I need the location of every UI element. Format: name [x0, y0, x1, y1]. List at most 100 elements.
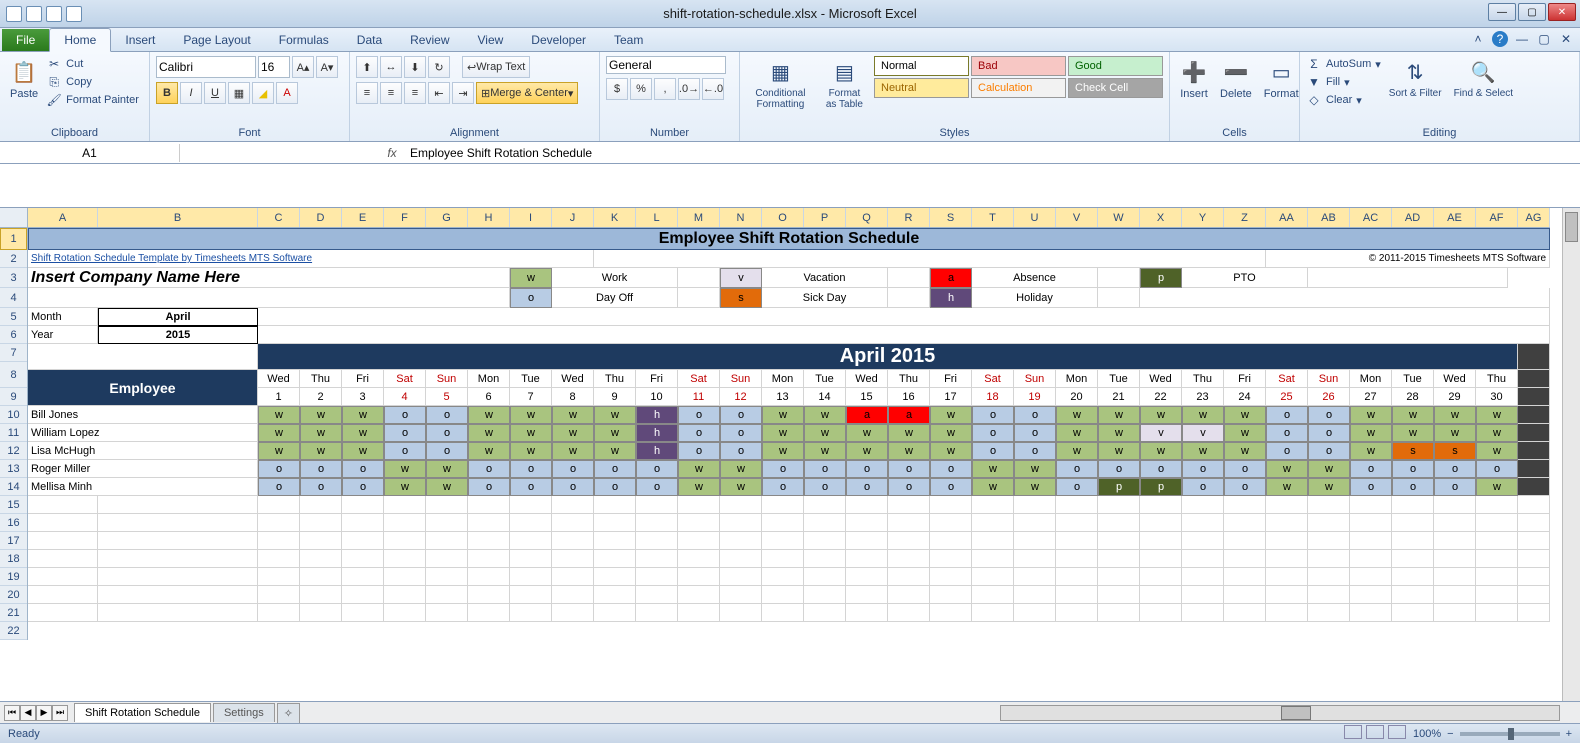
cell[interactable]: [972, 532, 1014, 550]
cell[interactable]: [1266, 514, 1308, 532]
cell[interactable]: [762, 514, 804, 532]
day-number[interactable]: 15: [846, 388, 888, 406]
schedule-cell[interactable]: o: [510, 460, 552, 478]
day-header[interactable]: Thu: [1182, 370, 1224, 388]
schedule-cell[interactable]: w: [1056, 424, 1098, 442]
cell[interactable]: [1014, 496, 1056, 514]
schedule-cell[interactable]: o: [1056, 478, 1098, 496]
cell[interactable]: [510, 514, 552, 532]
schedule-cell[interactable]: w: [384, 460, 426, 478]
schedule-cell[interactable]: w: [468, 406, 510, 424]
cell[interactable]: [1476, 550, 1518, 568]
cell[interactable]: [300, 514, 342, 532]
day-number[interactable]: 12: [720, 388, 762, 406]
cell[interactable]: [510, 604, 552, 622]
cell[interactable]: [804, 604, 846, 622]
cell[interactable]: [98, 496, 258, 514]
cell[interactable]: [552, 568, 594, 586]
schedule-cell[interactable]: o: [426, 424, 468, 442]
cell[interactable]: [342, 514, 384, 532]
formula-input[interactable]: Employee Shift Rotation Schedule: [404, 144, 1580, 162]
column-header-A[interactable]: A: [28, 208, 98, 227]
font-color-button[interactable]: A: [276, 82, 298, 104]
cell[interactable]: 2015: [98, 326, 258, 344]
cell[interactable]: Insert Company Name Here: [28, 268, 510, 288]
decrease-font-button[interactable]: A▾: [316, 56, 338, 78]
schedule-cell[interactable]: w: [846, 424, 888, 442]
schedule-cell[interactable]: o: [972, 406, 1014, 424]
row-header-5[interactable]: 5: [0, 308, 27, 326]
schedule-cell[interactable]: p: [1140, 478, 1182, 496]
cell[interactable]: [98, 604, 258, 622]
schedule-cell[interactable]: o: [552, 460, 594, 478]
schedule-cell[interactable]: o: [426, 442, 468, 460]
cell[interactable]: [258, 586, 300, 604]
schedule-cell[interactable]: o: [1266, 424, 1308, 442]
row-header-21[interactable]: 21: [0, 604, 27, 622]
day-header[interactable]: Sun: [1308, 370, 1350, 388]
schedule-cell[interactable]: o: [258, 478, 300, 496]
schedule-cell[interactable]: w: [888, 442, 930, 460]
cell[interactable]: [28, 586, 98, 604]
schedule-cell[interactable]: o: [972, 424, 1014, 442]
day-number[interactable]: 13: [762, 388, 804, 406]
day-number[interactable]: 16: [888, 388, 930, 406]
day-number[interactable]: 17: [930, 388, 972, 406]
schedule-cell[interactable]: o: [384, 406, 426, 424]
column-header-Y[interactable]: Y: [1182, 208, 1224, 227]
tab-page-layout[interactable]: Page Layout: [169, 29, 264, 51]
row-header-2[interactable]: 2: [0, 250, 27, 268]
cell[interactable]: [1518, 604, 1550, 622]
day-number[interactable]: 27: [1350, 388, 1392, 406]
schedule-cell[interactable]: w: [1476, 478, 1518, 496]
day-number[interactable]: 21: [1098, 388, 1140, 406]
cell[interactable]: [384, 532, 426, 550]
zoom-level[interactable]: 100%: [1413, 728, 1441, 740]
cell[interactable]: [930, 514, 972, 532]
cell[interactable]: Month: [28, 308, 98, 326]
column-header-AF[interactable]: AF: [1476, 208, 1518, 227]
cell[interactable]: [552, 532, 594, 550]
schedule-cell[interactable]: o: [888, 478, 930, 496]
currency-button[interactable]: $: [606, 78, 628, 100]
schedule-cell[interactable]: w: [1014, 478, 1056, 496]
day-header[interactable]: Sat: [384, 370, 426, 388]
day-header[interactable]: Fri: [930, 370, 972, 388]
schedule-cell[interactable]: w: [888, 424, 930, 442]
schedule-cell[interactable]: o: [426, 406, 468, 424]
decrease-indent-button[interactable]: ⇤: [428, 82, 450, 104]
day-header[interactable]: Mon: [1350, 370, 1392, 388]
align-center-button[interactable]: ≡: [380, 82, 402, 104]
cell[interactable]: [1224, 496, 1266, 514]
cut-button[interactable]: ✂Cut: [46, 56, 139, 72]
column-header-G[interactable]: G: [426, 208, 468, 227]
day-header[interactable]: Fri: [1224, 370, 1266, 388]
day-header[interactable]: Wed: [1140, 370, 1182, 388]
cell[interactable]: [1434, 568, 1476, 586]
schedule-cell[interactable]: o: [1224, 478, 1266, 496]
cell[interactable]: [1056, 514, 1098, 532]
cell[interactable]: [342, 568, 384, 586]
cell[interactable]: [1014, 568, 1056, 586]
schedule-cell[interactable]: w: [594, 406, 636, 424]
day-header[interactable]: Wed: [258, 370, 300, 388]
bold-button[interactable]: B: [156, 82, 178, 104]
day-number[interactable]: 6: [468, 388, 510, 406]
cell[interactable]: [300, 496, 342, 514]
cell[interactable]: [28, 288, 510, 308]
schedule-cell[interactable]: o: [384, 442, 426, 460]
cell[interactable]: [804, 568, 846, 586]
cell[interactable]: [300, 568, 342, 586]
schedule-cell[interactable]: o: [720, 442, 762, 460]
cell[interactable]: [1266, 550, 1308, 568]
cell[interactable]: [1308, 568, 1350, 586]
row-header-22[interactable]: 22: [0, 622, 27, 640]
schedule-cell[interactable]: w: [1224, 406, 1266, 424]
day-header[interactable]: Sun: [1014, 370, 1056, 388]
cell[interactable]: [594, 550, 636, 568]
row-header-4[interactable]: 4: [0, 288, 27, 308]
cell[interactable]: [468, 550, 510, 568]
day-header[interactable]: Thu: [594, 370, 636, 388]
schedule-cell[interactable]: w: [762, 406, 804, 424]
cell[interactable]: [888, 568, 930, 586]
